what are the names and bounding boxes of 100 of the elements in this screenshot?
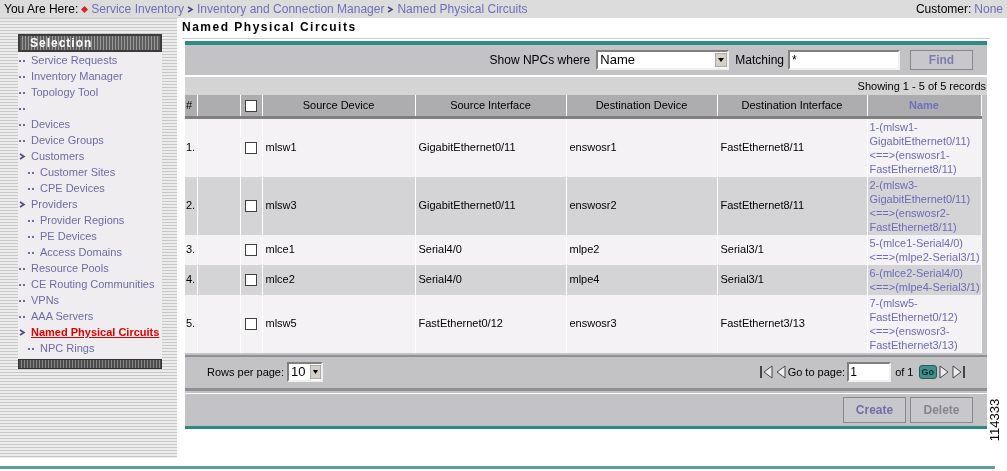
sidebar-link[interactable]: Customers xyxy=(31,150,85,163)
table-cell: enswosr3 xyxy=(569,317,617,330)
checkbox[interactable] xyxy=(245,318,257,331)
table-cell: enswosr1 xyxy=(569,141,617,154)
circuit-name-link[interactable]: 2-(mlsw3-GigabitEthernet0/11)<==>(enswosr2-FastEthernet8/11) xyxy=(869,177,981,234)
breadcrumb-link[interactable]: Named Physical Circuits xyxy=(397,0,528,18)
figure-number: 114333 xyxy=(986,397,1003,444)
table-cell: 3. xyxy=(186,243,196,256)
bullet-icon xyxy=(28,251,35,254)
sidebar-link[interactable]: Resource Pools xyxy=(31,262,109,275)
checkbox[interactable] xyxy=(245,142,257,155)
table-cell: FastEthernet3/13 xyxy=(720,317,805,330)
find-button[interactable]: Find xyxy=(910,50,973,70)
sidebar-link[interactable]: Provider Regions xyxy=(40,214,125,227)
next-page-icon[interactable] xyxy=(939,365,949,379)
table-cell: enswosr2 xyxy=(569,199,617,212)
checkbox[interactable] xyxy=(245,274,257,287)
field-dropdown[interactable]: Name xyxy=(596,50,730,70)
sidebar-link[interactable]: Device Groups xyxy=(31,134,104,147)
go-button[interactable]: Go xyxy=(918,365,937,379)
checkbox[interactable] xyxy=(245,200,257,213)
sidebar-link[interactable]: Topology Tool xyxy=(31,86,99,99)
bullet-icon xyxy=(28,219,35,222)
bullet-icon xyxy=(19,267,26,270)
table-cell: mlsw5 xyxy=(265,317,297,330)
expand-icon xyxy=(19,153,26,160)
sidebar-link[interactable]: Service Requests xyxy=(31,54,118,67)
first-page-icon[interactable] xyxy=(759,365,774,379)
bullet-icon xyxy=(28,347,35,350)
bullet-icon xyxy=(19,107,26,110)
go-to-page-label: Go to page: xyxy=(787,364,846,380)
sidebar-link[interactable]: CE Routing Communities xyxy=(31,278,155,291)
rows-per-page-label: Rows per page: xyxy=(207,364,285,380)
column-header: Source Device xyxy=(302,99,375,111)
table-cell: 4. xyxy=(186,273,196,286)
sidebar-link[interactable]: Access Domains xyxy=(40,246,122,259)
bullet-icon xyxy=(19,91,26,94)
table-cell: GigabitEthernet0/11 xyxy=(418,141,516,154)
page-field[interactable]: 1 xyxy=(847,362,892,382)
records-count: Showing 1 - 5 of 5 records xyxy=(857,78,986,94)
sidebar-link[interactable]: AAA Servers xyxy=(31,310,94,323)
circuit-name-link[interactable]: 7-(mlsw5-FastEthernet0/12)<==>(enswosr3-FastEthernet3/13) xyxy=(869,295,981,352)
circuit-name-link[interactable]: 6-(mlce2-Serial4/0)<==>(mlpe4-Serial3/1) xyxy=(869,265,981,294)
breadcrumb-label: You Are Here: xyxy=(4,1,79,18)
sidebar-link[interactable]: PE Devices xyxy=(40,230,97,243)
table-cell: mlce2 xyxy=(265,273,295,286)
sidebar-link[interactable]: Customer Sites xyxy=(40,166,116,179)
column-header: Destination Interface xyxy=(741,99,843,111)
column-header: Destination Device xyxy=(595,99,688,111)
table-cell: Serial3/1 xyxy=(720,243,764,256)
table-cell: mlce1 xyxy=(265,243,295,256)
sidebar-link[interactable]: CPE Devices xyxy=(40,182,105,195)
column-header: # xyxy=(186,99,193,111)
bullet-icon xyxy=(19,139,26,142)
table-cell: mlsw3 xyxy=(265,199,297,212)
breadcrumb-link[interactable]: Inventory and Connection Manager xyxy=(197,0,385,18)
sidebar-link[interactable]: Inventory Manager xyxy=(31,70,123,83)
bullet-icon xyxy=(28,235,35,238)
checkbox[interactable] xyxy=(245,244,257,257)
matching-field[interactable]: * xyxy=(788,50,900,70)
circuit-name-link[interactable]: 1-(mlsw1-GigabitEthernet0/11)<==>(enswosr1-FastEthernet8/11) xyxy=(869,119,981,176)
rows-per-page-dropdown[interactable]: 10 xyxy=(287,362,324,382)
sidebar-link[interactable]: Providers xyxy=(31,198,78,211)
table-cell: Serial3/1 xyxy=(720,273,764,286)
table-cell: GigabitEthernet0/11 xyxy=(418,199,516,212)
bullet-icon xyxy=(19,59,26,62)
bullet-icon xyxy=(19,283,26,286)
last-page-icon[interactable] xyxy=(951,365,965,379)
table-cell: Serial4/0 xyxy=(418,273,462,286)
bullet-icon xyxy=(28,187,35,190)
table-cell: FastEthernet8/11 xyxy=(720,141,805,154)
sidebar-header: Selection xyxy=(18,34,162,52)
page-title: Named Physical Circuits xyxy=(182,19,357,36)
chevron-icon xyxy=(187,5,194,13)
sidebar-link[interactable]: Devices xyxy=(31,118,71,131)
customer-link[interactable]: None xyxy=(974,0,1003,18)
checkbox[interactable] xyxy=(245,100,257,113)
sidebar-link[interactable]: VPNs xyxy=(31,294,60,307)
breadcrumb-link[interactable]: Service Inventory xyxy=(91,0,184,18)
table-cell: mlpe4 xyxy=(569,273,600,286)
previous-page-icon[interactable] xyxy=(775,365,786,379)
filter-label: Show NPCs where xyxy=(489,52,591,69)
dropdown-arrow-icon xyxy=(715,53,728,67)
bullet-icon xyxy=(28,171,35,174)
expand-icon xyxy=(19,201,26,208)
table-cell: FastEthernet8/11 xyxy=(720,199,805,212)
sidebar-link[interactable]: Named Physical Circuits xyxy=(31,326,160,339)
bullet-icon xyxy=(19,123,26,126)
table-cell: Serial4/0 xyxy=(418,243,462,256)
matching-label: Matching xyxy=(735,52,784,69)
action-button[interactable]: Create xyxy=(843,396,906,423)
table-cell: 2. xyxy=(186,199,196,212)
circuit-name-link[interactable]: 5-(mlce1-Serial4/0)<==>(mlpe2-Serial3/1) xyxy=(869,235,981,264)
bullet-icon xyxy=(19,75,26,78)
customer-label: Customer: xyxy=(915,1,972,18)
table-cell: mlsw1 xyxy=(265,141,297,154)
table-cell: FastEthernet0/12 xyxy=(418,317,503,330)
sidebar-link[interactable]: NPC Rings xyxy=(40,342,95,355)
table-cell: 5. xyxy=(186,317,196,330)
column-header: Source Interface xyxy=(450,99,531,111)
